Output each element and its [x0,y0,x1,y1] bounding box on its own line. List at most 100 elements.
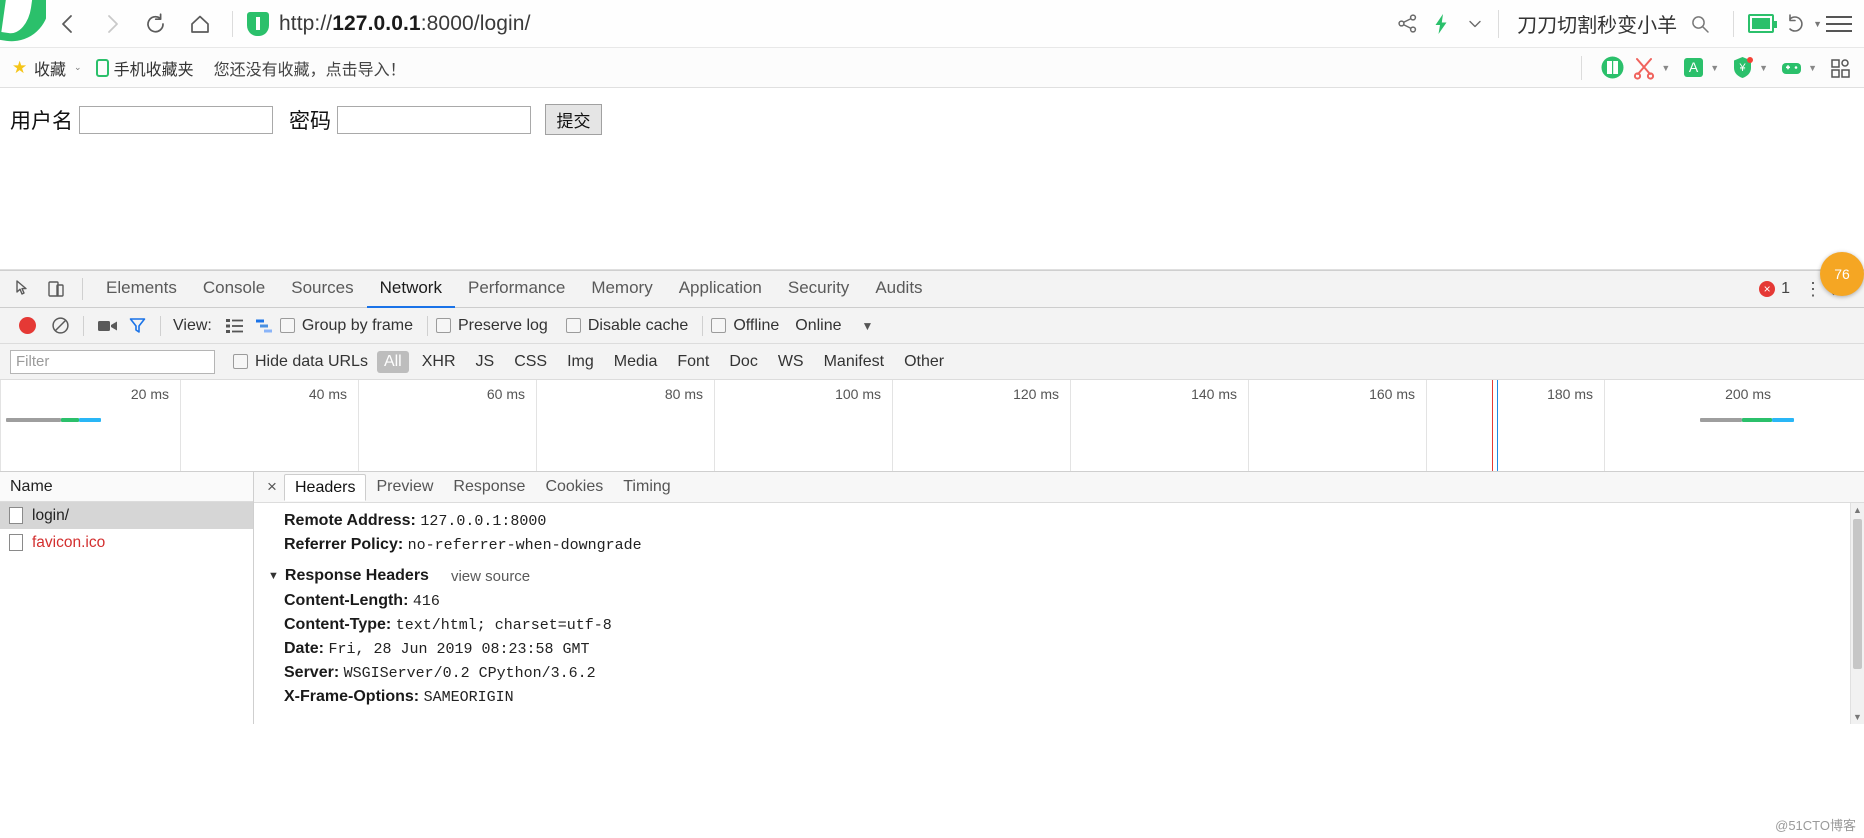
coupon-caret-icon[interactable]: ▼ [1759,63,1768,73]
record-button[interactable] [19,317,36,334]
network-overview-timeline[interactable]: 20 ms 40 ms 60 ms 80 ms 100 ms 120 ms 14… [0,380,1864,472]
devtools-panel: Elements Console Sources Network Perform… [0,270,1864,724]
detail-tab-headers[interactable]: Headers [284,474,367,501]
request-list: Name login/ favicon.ico [0,472,254,724]
address-bar[interactable]: http://127.0.0.1:8000/login/ [243,0,1390,48]
error-count-badge[interactable]: × 1 [1759,280,1790,298]
header-key: X-Frame-Options: [284,688,420,705]
filter-type-manifest[interactable]: Manifest [817,351,891,373]
checkbox-box [279,318,295,333]
username-input[interactable] [79,105,273,134]
filter-type-other[interactable]: Other [897,351,951,373]
translate-extension-icon[interactable]: A [1680,55,1706,81]
submit-button[interactable]: 提交 [545,104,602,135]
inspect-element-icon[interactable] [8,273,40,305]
detail-scrollbar[interactable]: ▲ ▼ [1850,503,1864,724]
camera-icon[interactable] [92,318,122,334]
scissors-extension-icon[interactable] [1631,55,1657,81]
apps-grid-icon[interactable] [1827,55,1853,81]
filter-type-css[interactable]: CSS [507,351,554,373]
detail-close-icon[interactable]: × [260,477,284,497]
detail-tab-timing[interactable]: Timing [613,474,680,501]
tab-network[interactable]: Network [366,271,455,308]
overview-tick-140ms: 140 ms [1191,386,1237,402]
lightning-icon[interactable] [1424,7,1458,41]
throttling-caret-icon[interactable]: ▼ [862,319,874,333]
undo-icon[interactable] [1778,7,1812,41]
bookmarks-empty-hint[interactable]: 您还没有收藏，点击导入！ [214,56,406,80]
password-input[interactable] [337,105,531,134]
bookmark-mobile-folder[interactable]: 手机收藏夹 [95,56,194,80]
forward-button[interactable] [90,2,134,46]
hamburger-menu-icon[interactable] [1822,7,1856,41]
translate-caret-icon[interactable]: ▼ [1710,63,1719,73]
back-button[interactable] [46,2,90,46]
filter-funnel-icon[interactable] [122,316,152,335]
waterfall-view-icon[interactable] [250,318,280,334]
filter-type-media[interactable]: Media [607,351,665,373]
scrollbar-thumb[interactable] [1853,519,1862,669]
filter-type-all[interactable]: All [376,350,409,373]
tab-console[interactable]: Console [190,271,278,308]
tab-audits[interactable]: Audits [862,271,935,308]
header-key: Content-Type: [284,616,392,633]
hide-data-urls-checkbox[interactable]: Hide data URLs [233,353,368,371]
filter-type-doc[interactable]: Doc [722,351,764,373]
request-row-login[interactable]: login/ [0,502,253,529]
tab-security[interactable]: Security [775,271,862,308]
filter-type-img[interactable]: Img [560,351,601,373]
request-row-favicon[interactable]: favicon.ico [0,529,253,556]
request-list-header[interactable]: Name [0,472,253,502]
offline-checkbox[interactable]: Offline [711,317,779,335]
scissors-caret-icon[interactable]: ▼ [1661,63,1670,73]
chevron-down-icon[interactable]: ⌄ [74,62,82,73]
battery-icon[interactable] [1744,7,1778,41]
view-source-link[interactable]: view source [451,568,530,585]
detail-tab-response[interactable]: Response [443,474,535,501]
list-view-icon[interactable] [220,318,250,334]
preserve-log-checkbox[interactable]: Preserve log [436,317,548,335]
group-by-frame-checkbox[interactable]: Group by frame [279,316,413,335]
filter-type-xhr[interactable]: XHR [415,351,463,373]
url-scheme: http:// [279,11,333,35]
tab-sources[interactable]: Sources [278,271,366,308]
browser-search-box[interactable]: 刀刀切割秒变小羊 [1498,9,1723,38]
overview-tick-60ms: 60 ms [486,386,525,402]
group-by-frame-label: Group by frame [301,316,413,334]
response-headers-section-title[interactable]: ▼ Response Headers view source [268,567,1864,585]
header-row-remote-address: Remote Address: 127.0.0.1:8000 [284,509,1864,533]
game-caret-icon[interactable]: ▼ [1808,63,1817,73]
tab-performance[interactable]: Performance [455,271,578,308]
share-icon[interactable] [1390,7,1424,41]
scroll-up-arrow-icon[interactable]: ▲ [1851,503,1864,517]
tab-memory[interactable]: Memory [578,271,665,308]
device-toolbar-icon[interactable] [40,273,72,305]
home-button[interactable] [178,2,222,46]
book-extension-icon[interactable] [1599,55,1625,81]
filter-input[interactable] [10,349,215,374]
tab-elements[interactable]: Elements [93,271,190,308]
chevron-down-icon[interactable] [1458,7,1492,41]
clear-icon[interactable] [45,316,75,335]
game-extension-icon[interactable] [1778,55,1804,81]
detail-tab-cookies[interactable]: Cookies [535,474,613,501]
filter-type-ws[interactable]: WS [771,351,811,373]
tab-application[interactable]: Application [666,271,775,308]
detail-tab-preview[interactable]: Preview [366,474,443,501]
overview-bar-wait-2 [1700,418,1742,422]
undo-caret-icon[interactable]: ▼ [1813,19,1822,29]
filter-type-font[interactable]: Font [670,351,716,373]
throttling-value[interactable]: Online [795,317,841,335]
coupon-extension-icon[interactable]: ¥ [1729,55,1755,81]
username-label: 用户名 [10,109,73,133]
bookmark-favorites[interactable]: ★ 收藏 ⌄ [12,56,82,80]
disable-cache-checkbox[interactable]: Disable cache [565,317,688,335]
overview-tick-20ms: 20 ms [130,386,169,402]
scroll-down-arrow-icon[interactable]: ▼ [1851,710,1864,724]
floating-badge[interactable]: 76 [1820,252,1864,296]
reload-button[interactable] [134,2,178,46]
search-icon[interactable] [1677,14,1723,34]
filter-type-js[interactable]: JS [469,351,502,373]
view-label: View: [173,316,212,334]
bookmark-mobile-label: 手机收藏夹 [113,61,194,79]
